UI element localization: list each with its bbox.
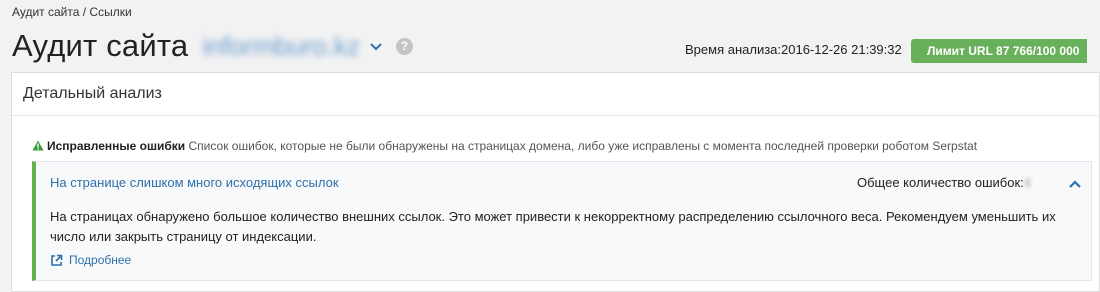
error-description: На страницах обнаружено большое количест… bbox=[50, 209, 1056, 244]
domain-selector[interactable]: informburo.kz bbox=[202, 31, 360, 62]
error-count-value: 4 bbox=[1023, 175, 1031, 190]
url-limit-button[interactable]: Лимит URL 87 766/100 000 bbox=[911, 39, 1087, 63]
detailed-analysis-panel: Детальный анализ Исправленные ошибки Спи… bbox=[11, 72, 1100, 292]
section-description: Список ошибок, которые не были обнаружен… bbox=[188, 139, 978, 153]
error-count-label: Общее количество ошибок: bbox=[857, 175, 1024, 190]
more-details-link[interactable]: Подробнее bbox=[50, 253, 131, 267]
fixed-errors-section: Исправленные ошибки Список ошибок, котор… bbox=[32, 139, 977, 153]
error-card: На странице слишком много исходящих ссыл… bbox=[32, 161, 1092, 281]
question-mark-icon[interactable]: ? bbox=[395, 37, 413, 55]
external-link-icon bbox=[50, 254, 63, 267]
analysis-time: Время анализа:2016-12-26 21:39:32 bbox=[685, 42, 902, 57]
page-header: Аудит сайта informburo.kz ? bbox=[12, 26, 413, 66]
error-title-link[interactable]: На странице слишком много исходящих ссыл… bbox=[50, 175, 339, 190]
breadcrumb: Аудит сайта / Ссылки bbox=[12, 5, 132, 19]
more-details-label[interactable]: Подробнее bbox=[69, 253, 131, 267]
page-title: Аудит сайта bbox=[12, 28, 189, 63]
section-title: Исправленные ошибки bbox=[47, 139, 186, 153]
warning-triangle-icon bbox=[32, 140, 44, 151]
chevron-down-icon[interactable] bbox=[368, 38, 384, 54]
panel-title: Детальный анализ bbox=[12, 73, 1099, 116]
error-count: Общее количество ошибок:4 bbox=[857, 175, 1034, 190]
chevron-up-icon[interactable] bbox=[1067, 177, 1083, 189]
